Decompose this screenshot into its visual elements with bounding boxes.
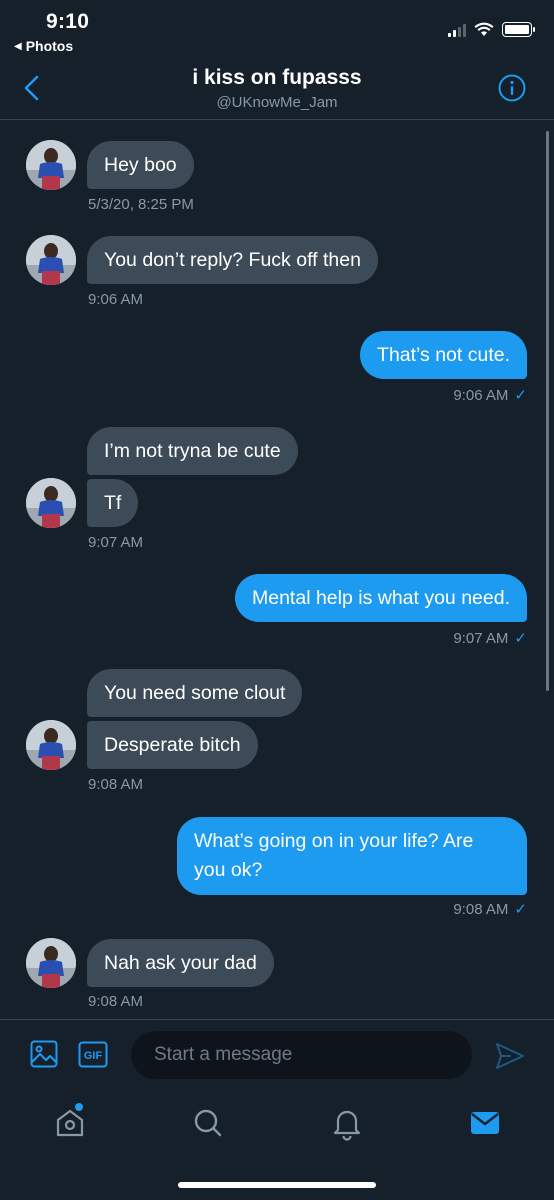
avatar[interactable] xyxy=(26,478,76,528)
message-thread[interactable]: Hey boo 5/3/20, 8:25 PM You don’t reply?… xyxy=(0,121,554,1019)
message-timestamp: 9:06 AM xyxy=(88,291,144,308)
avatar[interactable] xyxy=(26,235,76,285)
back-triangle-icon: ◀ xyxy=(14,40,22,52)
back-to-app-link[interactable]: ◀ Photos xyxy=(14,38,73,54)
status-bar: 9:10 ◀ Photos xyxy=(0,0,554,58)
message-bubble-incoming[interactable]: Desperate bitch xyxy=(87,721,258,769)
message-timestamp: 5/3/20, 8:25 PM xyxy=(88,196,194,213)
tab-notifications[interactable] xyxy=(327,1103,367,1143)
status-icons xyxy=(448,22,535,37)
message-timestamp: 9:06 AM ✓ xyxy=(453,386,527,405)
message-timestamp: 9:08 AM xyxy=(88,776,144,793)
tab-search[interactable] xyxy=(188,1103,228,1143)
read-check-icon: ✓ xyxy=(514,901,527,918)
message-input[interactable] xyxy=(131,1031,472,1079)
gif-icon[interactable]: GIF xyxy=(78,1041,108,1068)
home-icon xyxy=(56,1109,84,1137)
tab-messages[interactable] xyxy=(465,1103,505,1143)
message-bubble-incoming[interactable]: You need some clout xyxy=(87,669,303,717)
notification-dot xyxy=(75,1103,83,1111)
message-timestamp: 9:07 AM xyxy=(88,534,144,551)
message-bubble-incoming[interactable]: Tf xyxy=(87,479,139,527)
bottom-tab-bar xyxy=(0,1091,554,1200)
svg-text:GIF: GIF xyxy=(84,1050,103,1062)
mail-icon xyxy=(471,1112,499,1134)
message-bubble-outgoing[interactable]: Mental help is what you need. xyxy=(235,574,527,622)
avatar[interactable] xyxy=(26,938,76,988)
battery-icon xyxy=(502,22,535,37)
info-icon[interactable] xyxy=(498,74,526,102)
timestamp-text: 9:08 AM xyxy=(453,900,509,918)
avatar[interactable] xyxy=(26,720,76,770)
message-timestamp: 9:08 AM ✓ xyxy=(453,900,527,919)
timestamp-text: 9:06 AM xyxy=(453,386,509,404)
status-time: 9:10 xyxy=(46,10,90,33)
back-app-label: Photos xyxy=(25,38,74,54)
tab-home[interactable] xyxy=(50,1103,90,1143)
message-bubble-incoming[interactable]: Hey boo xyxy=(87,141,194,189)
send-icon[interactable] xyxy=(495,1042,525,1070)
conversation-handle[interactable]: @UKnowMe_Jam xyxy=(0,94,554,111)
scrollbar[interactable] xyxy=(546,131,549,691)
cellular-signal-icon xyxy=(448,23,466,37)
message-composer: GIF xyxy=(0,1019,554,1091)
avatar[interactable] xyxy=(26,140,76,190)
message-bubble-incoming[interactable]: Nah ask your dad xyxy=(87,939,274,987)
message-bubble-outgoing[interactable]: That’s not cute. xyxy=(360,331,527,379)
message-timestamp: 9:07 AM ✓ xyxy=(453,629,527,648)
conversation-title[interactable]: i kiss on fupasss xyxy=(0,66,554,90)
image-icon[interactable] xyxy=(30,1040,58,1068)
message-bubble-incoming[interactable]: I’m not tryna be cute xyxy=(87,427,298,475)
read-check-icon: ✓ xyxy=(514,387,527,404)
wifi-icon xyxy=(474,22,494,36)
conversation-header: i kiss on fupasss @UKnowMe_Jam xyxy=(0,58,554,120)
message-bubble-outgoing[interactable]: What’s going on in your life? Are you ok… xyxy=(177,817,527,895)
message-timestamp: 9:08 AM xyxy=(88,993,144,1010)
home-indicator[interactable] xyxy=(178,1182,376,1188)
message-bubble-incoming[interactable]: You don’t reply? Fuck off then xyxy=(87,236,378,284)
bell-icon xyxy=(333,1110,361,1141)
timestamp-text: 9:07 AM xyxy=(453,629,509,647)
read-check-icon: ✓ xyxy=(514,630,527,647)
search-icon xyxy=(194,1109,222,1137)
